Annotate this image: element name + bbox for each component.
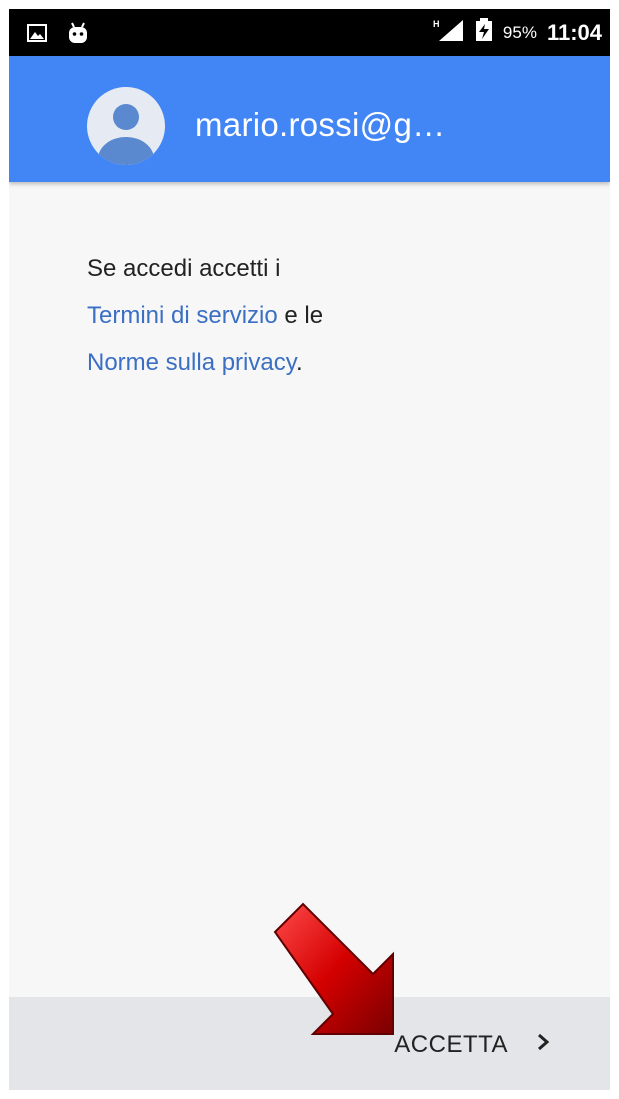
battery-percent: 95% [502,22,537,42]
account-avatar-icon [87,87,165,165]
privacy-policy-link[interactable]: Norme sulla privacy [87,349,296,376]
status-bar: H 95% 11:04 [9,9,610,56]
terms-joiner: e le [277,302,324,329]
svg-text:H: H [433,19,440,29]
clock: 11:04 [546,19,602,45]
status-bar-notifications [27,21,89,50]
terms-line-3: Norme sulla privacy. [87,339,547,386]
terms-line-1: Se accedi accetti i [87,255,281,282]
chevron-right-icon [536,1031,550,1059]
red-arrow-icon [265,894,415,1044]
terms-line-2: Termini di servizio e le [87,292,547,339]
android-icon [67,21,89,50]
terms-of-service-link[interactable]: Termini di servizio [87,302,278,329]
status-bar-system: H 95% 11:04 [433,9,602,56]
gallery-icon [27,24,47,47]
accept-button[interactable]: ACCETTA [394,1025,550,1065]
signal-icon: H [433,18,465,47]
terms-text: Se accedi accetti i Termini di servizio … [87,245,547,386]
account-header: mario.rossi@g… [9,56,610,182]
battery-charging-icon [475,18,493,47]
terms-period: . [295,349,303,376]
account-email: mario.rossi@g… [195,106,446,143]
phone-screen: H 95% 11:04 mario.rossi@g… Se accedi acc… [9,9,610,1090]
